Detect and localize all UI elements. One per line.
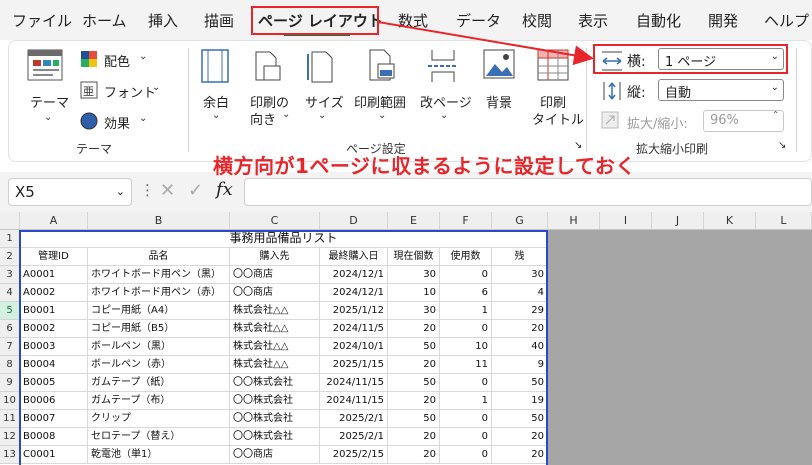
chevron-down-icon: ⌄ — [115, 185, 125, 198]
print-area-border — [19, 230, 548, 465]
effects-label: 効果 — [104, 117, 131, 132]
print-titles-icon — [537, 49, 569, 81]
print-area-label: 印刷範囲 — [354, 96, 407, 111]
tab-developer[interactable]: 開発 — [708, 10, 738, 31]
row-header[interactable]: 9 — [0, 374, 20, 392]
fonts-label: フォント — [104, 86, 157, 101]
scale-icon — [601, 111, 619, 129]
page-break-gray-area — [548, 230, 812, 465]
column-header[interactable]: F — [440, 212, 492, 230]
height-select[interactable]: 自動 ⌄ — [658, 79, 784, 101]
row-header[interactable]: 4 — [0, 284, 20, 302]
chevron-down-icon: ⌄ — [212, 110, 221, 121]
chevron-down-icon: ⌄ — [282, 109, 291, 120]
scale-label: 拡大/縮小: — [627, 117, 688, 132]
effects-icon — [80, 112, 98, 130]
print-titles-label-2: タイトル — [532, 113, 585, 128]
chevron-down-icon: ⌄ — [139, 51, 148, 62]
orientation-label-2: 向き — [250, 113, 277, 128]
row-header[interactable]: 10 — [0, 392, 20, 410]
row-header[interactable]: 12 — [0, 428, 20, 446]
formula-input[interactable] — [244, 178, 812, 206]
background-label: 背景 — [486, 96, 513, 111]
print-area-icon — [369, 49, 395, 81]
row-header[interactable]: 7 — [0, 338, 20, 356]
column-header[interactable]: E — [388, 212, 440, 230]
column-header[interactable]: H — [548, 212, 600, 230]
breaks-icon — [428, 50, 458, 82]
tab-draw[interactable]: 描画 — [204, 10, 234, 31]
column-header[interactable]: B — [88, 212, 230, 230]
row-header[interactable]: 5 — [0, 302, 20, 320]
column-header[interactable]: D — [320, 212, 388, 230]
menu-bar: ファイル ホーム 挿入 描画 ページ レイアウト 数式 データ 校閲 表示 自動… — [0, 0, 812, 40]
row-header[interactable]: 11 — [0, 410, 20, 428]
tab-highlight-box — [251, 6, 379, 35]
chevron-down-icon: ⌄ — [770, 82, 779, 93]
background-image-icon — [483, 49, 515, 79]
cancel-icon[interactable]: ✕ — [160, 180, 175, 201]
fonts-icon: 亜 — [80, 81, 98, 99]
row-header[interactable]: 3 — [0, 266, 20, 284]
height-fit-icon — [603, 82, 621, 100]
colors-icon — [81, 51, 97, 67]
height-label: 縦: — [627, 85, 646, 101]
divider — [586, 48, 587, 152]
column-header[interactable]: K — [704, 212, 756, 230]
divider — [188, 48, 189, 152]
tab-file[interactable]: ファイル — [12, 10, 72, 31]
scale-spinner[interactable]: 96% ⌃ — [703, 110, 784, 132]
row-header[interactable]: 6 — [0, 320, 20, 338]
row-header[interactable]: 1 — [0, 230, 20, 248]
row-header[interactable]: 2 — [0, 248, 20, 266]
cell-ref: X5 — [15, 183, 35, 201]
name-box[interactable]: X5 ⌄ — [8, 178, 132, 206]
height-value: 自動 — [665, 86, 692, 101]
column-header[interactable]: I — [600, 212, 652, 230]
size-label: サイズ — [305, 96, 344, 111]
row-header[interactable]: 8 — [0, 356, 20, 374]
breaks-label: 改ページ — [420, 96, 472, 111]
column-header[interactable]: A — [20, 212, 88, 230]
tab-home[interactable]: ホーム — [82, 10, 127, 31]
themes-icon — [27, 49, 63, 81]
tab-formulas[interactable]: 数式 — [398, 10, 428, 31]
orientation-icon — [255, 51, 281, 81]
scale-value: 96% — [710, 113, 739, 128]
tab-data[interactable]: データ — [456, 10, 501, 31]
column-header[interactable]: C — [230, 212, 320, 230]
themes-label: テーマ — [30, 96, 70, 111]
colors-label: 配色 — [104, 55, 131, 70]
spinner-up-icon[interactable]: ⌃ — [772, 110, 779, 119]
chevron-down-icon: ⌄ — [318, 110, 327, 121]
size-icon — [307, 51, 333, 83]
chevron-down-icon: ⌄ — [139, 113, 148, 124]
tab-review[interactable]: 校閲 — [522, 10, 552, 31]
margins-label: 余白 — [203, 96, 230, 111]
scale-launcher-icon[interactable]: ↘ — [778, 140, 786, 151]
divider — [796, 48, 797, 152]
tab-help[interactable]: ヘルプ — [764, 10, 809, 31]
column-header[interactable]: J — [652, 212, 704, 230]
select-all-corner[interactable] — [0, 212, 20, 230]
chevron-down-icon: ⌄ — [378, 110, 387, 121]
scale-group-label: 拡大縮小印刷 — [636, 142, 709, 156]
column-header[interactable]: L — [756, 212, 812, 230]
width-highlight-box — [593, 44, 788, 74]
tab-automate[interactable]: 自動化 — [636, 10, 681, 31]
enter-icon[interactable]: ✓ — [188, 180, 203, 201]
tab-view[interactable]: 表示 — [578, 10, 608, 31]
chevron-down-icon: ⌄ — [440, 110, 449, 121]
column-header[interactable]: G — [492, 212, 548, 230]
margins-icon — [201, 49, 229, 83]
more-icon[interactable]: ⋮ — [140, 181, 155, 199]
chevron-down-icon: ⌄ — [152, 82, 161, 93]
insert-function-icon[interactable]: fx — [216, 179, 233, 200]
row-header[interactable]: 13 — [0, 446, 20, 464]
tab-insert[interactable]: 挿入 — [148, 10, 178, 31]
svg-text:亜: 亜 — [83, 85, 94, 98]
annotation-text: 横方向が1ページに収まるように設定しておく — [213, 154, 636, 178]
theme-group-label: テーマ — [76, 142, 113, 156]
chevron-down-icon: ⌄ — [44, 112, 53, 123]
